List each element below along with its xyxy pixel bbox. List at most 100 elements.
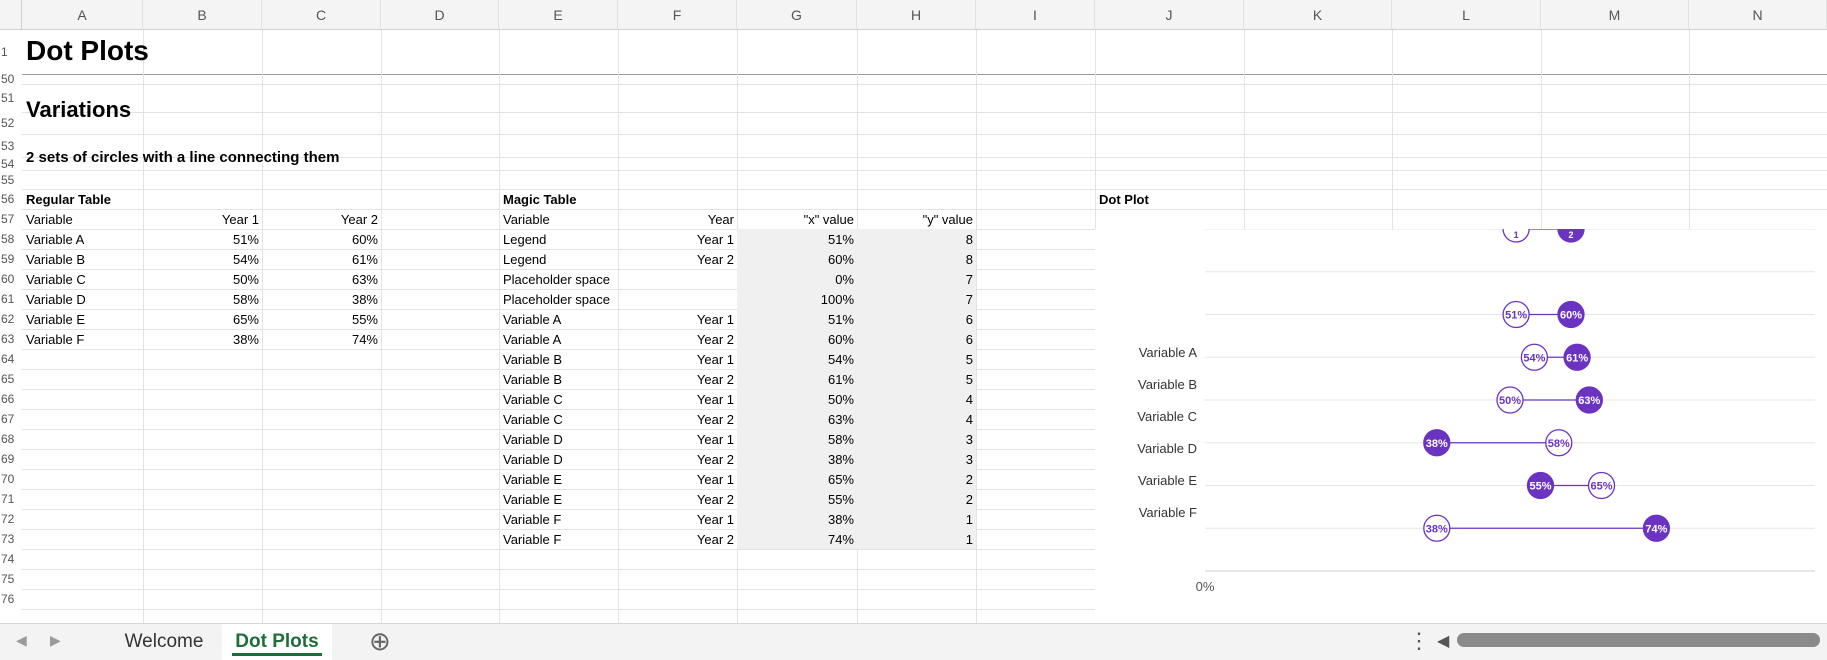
row-gridline	[22, 84, 1827, 85]
row-gridline	[22, 189, 1827, 190]
magic-table-cell: 4	[965, 411, 973, 427]
row-header-68[interactable]: 68	[0, 429, 22, 449]
row-header-75[interactable]: 75	[0, 569, 22, 589]
row-header-53[interactable]: 53	[0, 134, 22, 157]
magic-table-cell: Year 2	[696, 251, 734, 267]
tab-dot-plots[interactable]: Dot Plots	[222, 624, 332, 660]
magic-table-cell: Year 2	[696, 411, 734, 427]
spreadsheet-grid[interactable]: ABCDEFGHIJKLMN 1 50 51 52 53 54 55 56 57 58 59 60 61…	[0, 0, 1827, 623]
regular-table-cell: 55%	[351, 311, 378, 327]
magic-table-cell: Year 1	[696, 471, 734, 487]
regular-table-cell: Variable E	[26, 311, 86, 327]
row-gridline	[22, 134, 1827, 135]
regular-table-header: Variable	[26, 211, 73, 227]
row-header-63[interactable]: 63	[0, 329, 22, 349]
row-header-67[interactable]: 67	[0, 409, 22, 429]
magic-table-cell: 100%	[820, 291, 854, 307]
row-header-58[interactable]: 58	[0, 229, 22, 249]
row-header-62[interactable]: 62	[0, 309, 22, 329]
row-header-51[interactable]: 51	[0, 84, 22, 112]
magic-table-cell: 55%	[827, 491, 854, 507]
dot-data-label: 58%	[1548, 438, 1570, 450]
row-header-76[interactable]: 76	[0, 589, 22, 609]
magic-table-cell: 38%	[827, 451, 854, 467]
column-header-h[interactable]: H	[857, 0, 976, 30]
dot-plot-svg: 0%KeyYear1Year2Variable AVariable BVaria…	[1137, 191, 1815, 594]
category-label: Variable C	[1137, 409, 1197, 424]
tab-welcome[interactable]: Welcome	[108, 624, 220, 660]
column-header-n[interactable]: N	[1689, 0, 1827, 30]
row-header-54[interactable]: 54	[0, 157, 22, 171]
row-gridline	[22, 170, 1827, 171]
row-header-59[interactable]: 59	[0, 249, 22, 269]
column-header-l[interactable]: L	[1392, 0, 1541, 30]
row-header-56[interactable]: 56	[0, 189, 22, 209]
magic-table-cell: Year 2	[696, 451, 734, 467]
row-header-52[interactable]: 52	[0, 112, 22, 134]
magic-table-cell: 51%	[827, 231, 854, 247]
magic-table-header: Variable	[503, 211, 550, 227]
horizontal-scrollbar-thumb[interactable]	[1457, 633, 1820, 647]
column-header-b[interactable]: B	[143, 0, 262, 30]
row-header-65[interactable]: 65	[0, 369, 22, 389]
regular-table-cell: 38%	[232, 331, 259, 347]
row-header-57[interactable]: 57	[0, 209, 22, 229]
row-header-70[interactable]: 70	[0, 469, 22, 489]
row-header-61[interactable]: 61	[0, 289, 22, 309]
row-header-74[interactable]: 74	[0, 549, 22, 569]
row-header-72[interactable]: 72	[0, 509, 22, 529]
dot-data-label: 54%	[1523, 352, 1545, 364]
column-header-a[interactable]: A	[22, 0, 143, 30]
regular-table-header: Year 1	[221, 211, 259, 227]
magic-table-cell	[618, 289, 737, 309]
row-header-66[interactable]: 66	[0, 389, 22, 409]
regular-table-cell: 65%	[232, 311, 259, 327]
magic-table-cell: Year 1	[696, 231, 734, 247]
magic-table-cell: 74%	[827, 531, 854, 547]
magic-table-cell: 65%	[827, 471, 854, 487]
page-title: Dot Plots	[26, 35, 149, 66]
row-header-50[interactable]: 50	[0, 72, 22, 86]
column-header-f[interactable]: F	[618, 0, 737, 30]
key-marker-label: 2	[1568, 230, 1573, 240]
column-header-d[interactable]: D	[381, 0, 499, 30]
regular-table-cell: Variable D	[26, 291, 86, 307]
magic-table-header: Year	[707, 211, 734, 227]
regular-table-cell: 51%	[232, 231, 259, 247]
column-header-k[interactable]: K	[1244, 0, 1392, 30]
magic-table-cell: Year 2	[696, 531, 734, 547]
column-header-e[interactable]: E	[499, 0, 618, 30]
row-header-64[interactable]: 64	[0, 349, 22, 369]
next-sheet-icon[interactable]: ▶	[50, 632, 61, 649]
add-sheet-icon[interactable]: ⊕	[369, 626, 391, 657]
category-label: Variable A	[1139, 345, 1198, 360]
dot-plot-chart[interactable]: 0%KeyYear1Year2Variable AVariable BVaria…	[1095, 191, 1827, 623]
dot-data-label: 60%	[1560, 310, 1582, 322]
row-header-71[interactable]: 71	[0, 489, 22, 509]
magic-table-cell: 5	[965, 351, 973, 367]
magic-table-cell: 60%	[827, 251, 854, 267]
magic-table-cell: 58%	[827, 431, 854, 447]
column-header-c[interactable]: C	[262, 0, 381, 30]
scroll-left-icon[interactable]: ◀	[1437, 631, 1449, 651]
magic-table-cell: 38%	[827, 511, 854, 527]
category-label: Variable D	[1137, 441, 1197, 456]
column-header-g[interactable]: G	[737, 0, 857, 30]
magic-table-cell: Year 2	[696, 331, 734, 347]
column-header-i[interactable]: I	[976, 0, 1095, 30]
column-header-j[interactable]: J	[1095, 0, 1244, 30]
regular-table-label: Regular Table	[26, 191, 112, 207]
column-gridline	[976, 30, 977, 623]
regular-table-cell: 50%	[232, 271, 259, 287]
row-header-69[interactable]: 69	[0, 449, 22, 469]
magic-table-cell: 63%	[827, 411, 854, 427]
row-header-55[interactable]: 55	[0, 170, 22, 189]
more-options-icon[interactable]: ⋮	[1408, 628, 1430, 654]
row-header-1[interactable]: 1	[0, 30, 22, 74]
corner-cell[interactable]	[0, 0, 22, 30]
column-header-m[interactable]: M	[1541, 0, 1689, 30]
row-header-73[interactable]: 73	[0, 529, 22, 549]
prev-sheet-icon[interactable]: ◀	[16, 632, 27, 649]
regular-table-header: Year 2	[340, 211, 378, 227]
row-header-60[interactable]: 60	[0, 269, 22, 289]
